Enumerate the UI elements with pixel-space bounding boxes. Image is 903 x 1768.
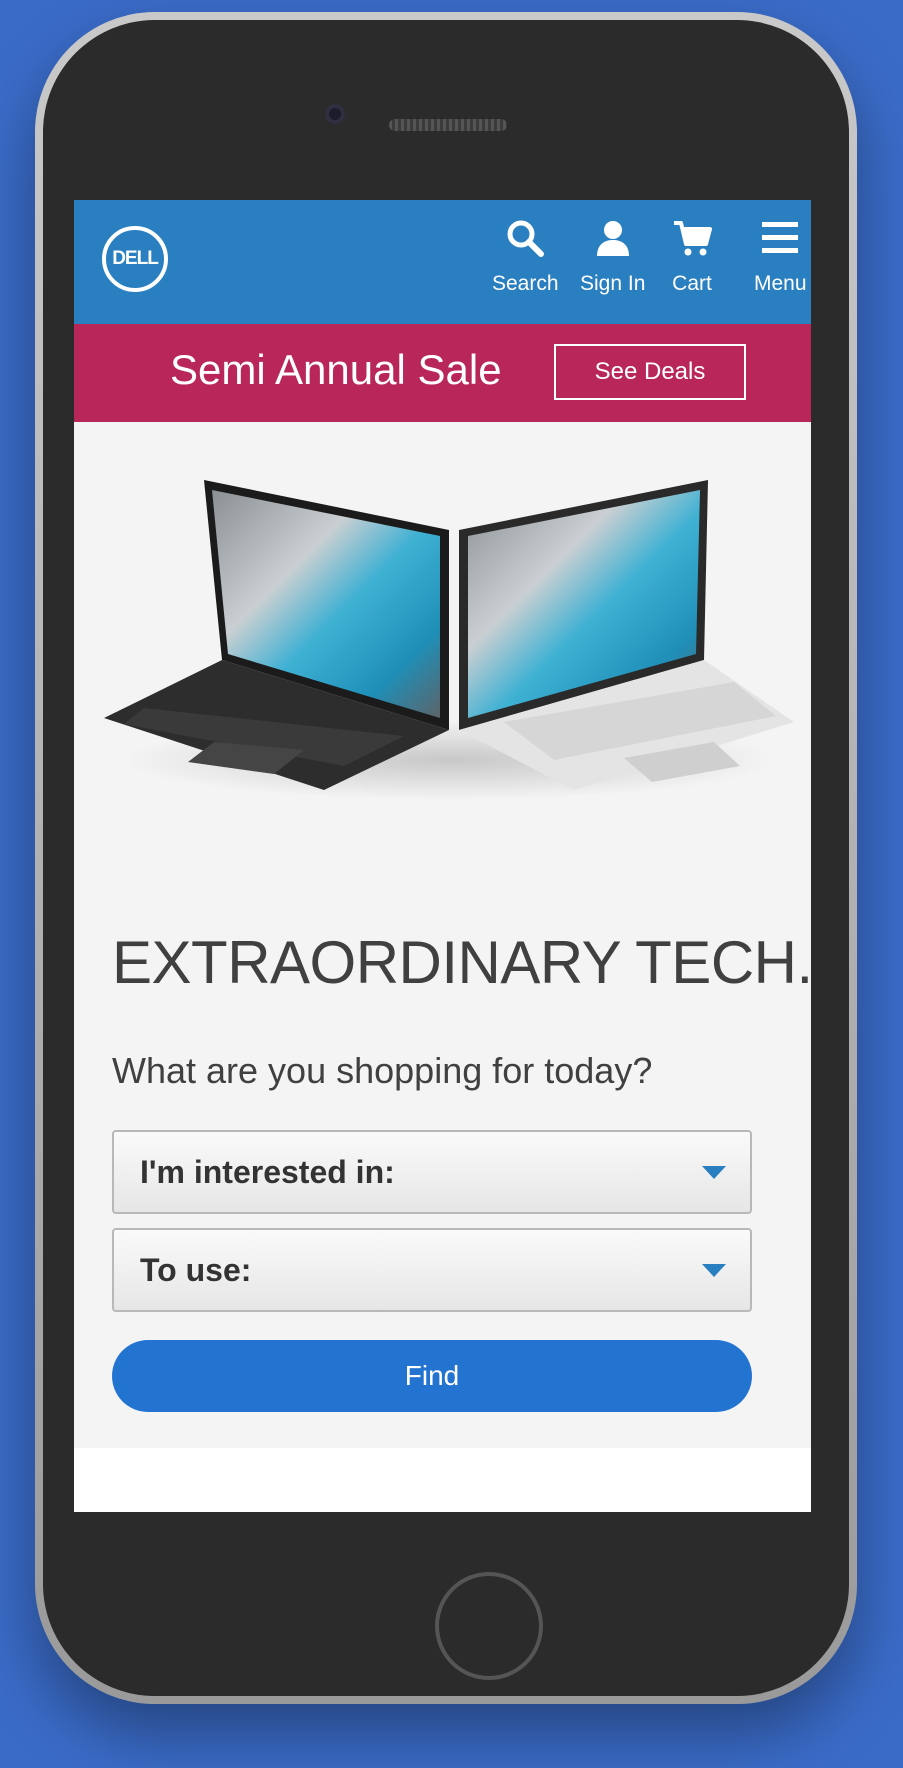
banner-title: Semi Annual Sale [170, 346, 502, 393]
nav-search-label: Search [492, 272, 559, 295]
nav-sign-in-label: Sign In [580, 272, 646, 295]
nav-search[interactable]: Search [492, 218, 559, 308]
hamburger-menu-icon [762, 222, 799, 253]
cart-icon [674, 221, 712, 256]
site-header: DELL Search Sign In Cart Menu [74, 200, 811, 324]
search-icon [507, 220, 545, 257]
interest-select[interactable]: I'm interested in: [112, 1130, 752, 1214]
home-button[interactable] [435, 1572, 543, 1680]
nav-cart-label: Cart [672, 272, 712, 295]
next-section [74, 1448, 811, 1512]
nav-menu-label: Menu [754, 272, 807, 295]
hero-laptops-image [104, 480, 794, 800]
page-headline: EXTRAORDINARY TECH. [112, 929, 811, 996]
find-button[interactable]: Find [112, 1340, 752, 1412]
chevron-down-icon [702, 1166, 726, 1179]
use-select-value: To use: [140, 1251, 252, 1288]
phone-screen: DELL Search Sign In Cart Menu Semi Annua… [74, 200, 811, 1512]
use-select[interactable]: To use: [112, 1228, 752, 1312]
speaker-grille [389, 119, 507, 131]
nav-menu[interactable]: Menu [754, 218, 807, 308]
nav-cart[interactable]: Cart [672, 218, 712, 308]
nav-sign-in[interactable]: Sign In [580, 218, 645, 308]
logo-text: DELL [112, 248, 159, 269]
chevron-down-icon [702, 1264, 726, 1277]
see-deals-button[interactable]: See Deals [554, 344, 746, 400]
camera-icon [325, 104, 345, 124]
user-icon [596, 221, 629, 256]
dell-logo[interactable]: DELL [102, 226, 168, 292]
sale-banner: Semi Annual Sale See Deals [74, 324, 811, 422]
interest-select-value: I'm interested in: [140, 1153, 395, 1190]
shopping-question: What are you shopping for today? [112, 1050, 653, 1091]
